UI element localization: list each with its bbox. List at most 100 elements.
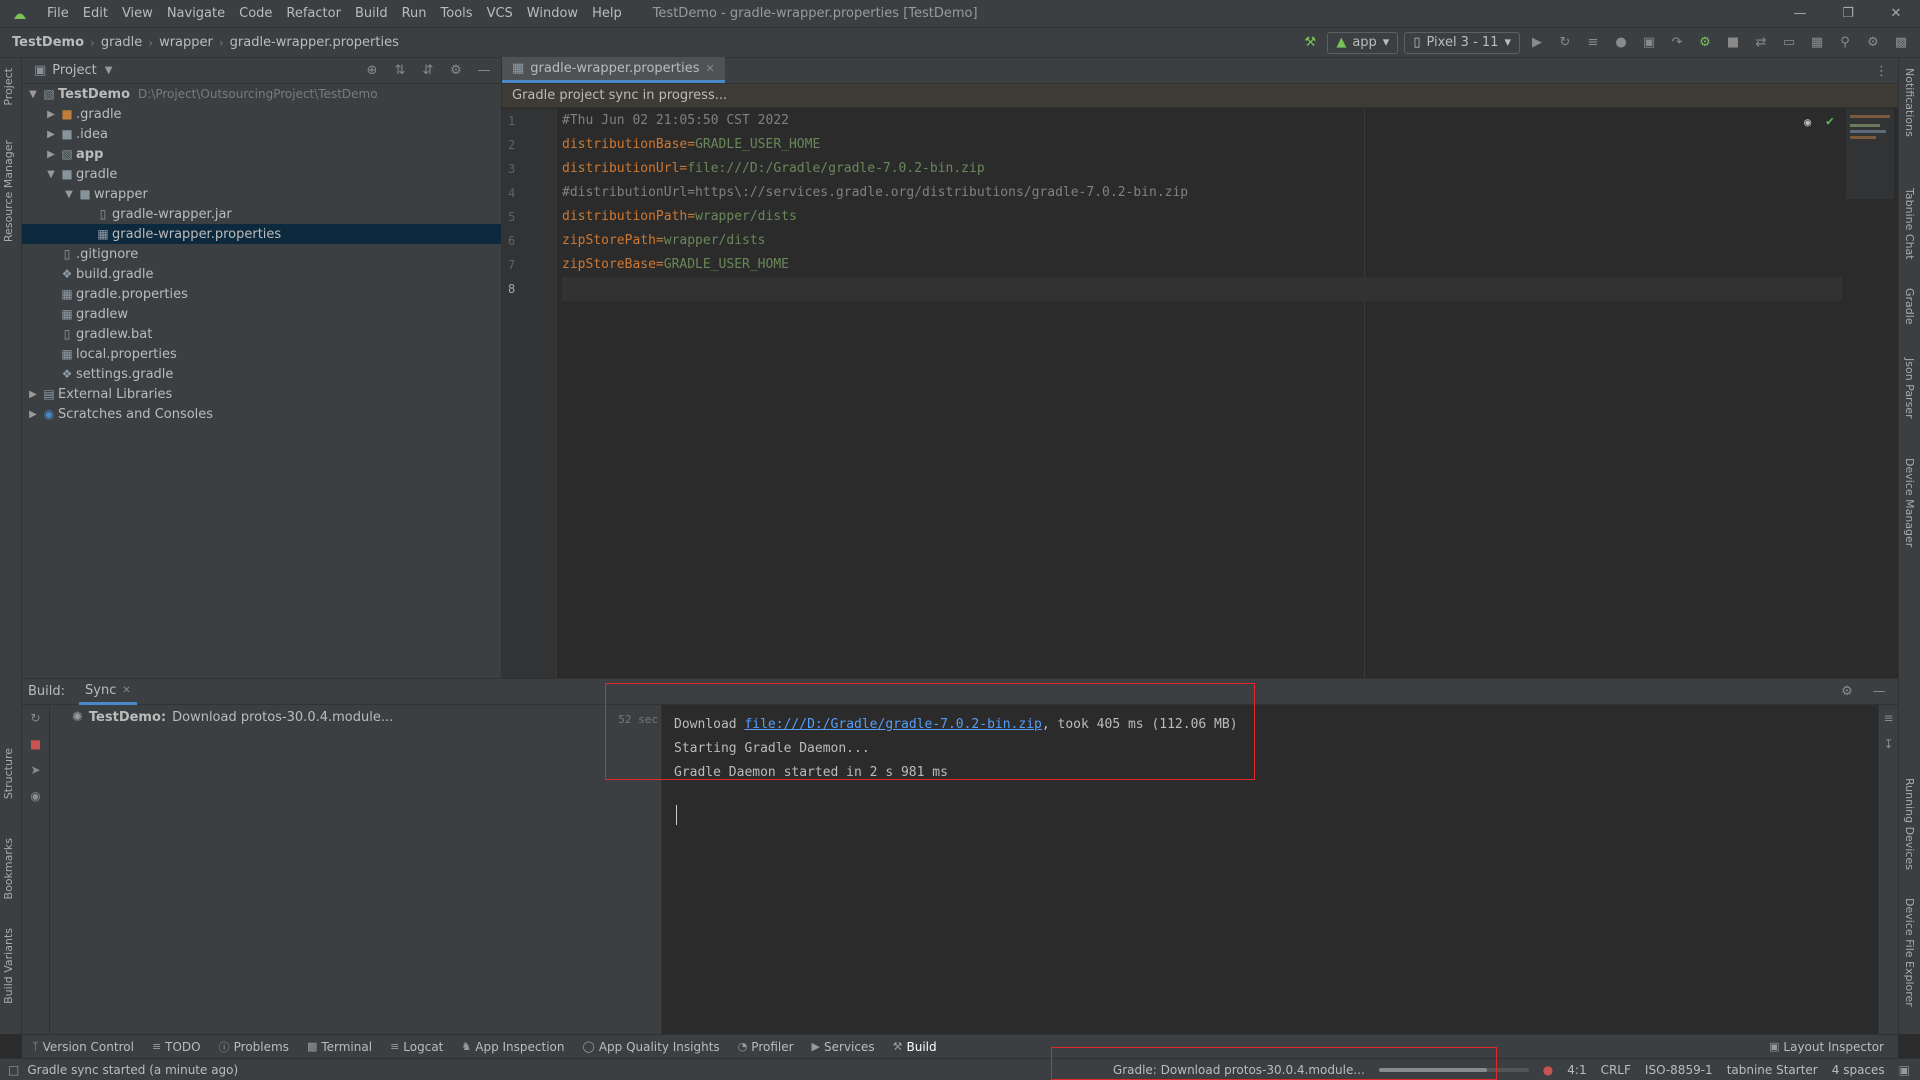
profile-icon[interactable]: ↷ (1666, 32, 1688, 54)
tool-json-parser[interactable]: Json Parser (1903, 358, 1916, 419)
device-manager-icon[interactable]: ▭ (1778, 32, 1800, 54)
tree-item-root[interactable]: ▼ ▧ TestDemo D:\Project\OutsourcingProje… (22, 84, 501, 104)
chevron-right-icon[interactable]: ▶ (44, 149, 58, 160)
tab-services[interactable]: ▶ Services (812, 1040, 875, 1054)
tab-sync[interactable]: Sync ✕ (79, 679, 137, 705)
tree-item-gradle-properties[interactable]: ▦ gradle.properties (22, 284, 501, 304)
tab-build[interactable]: ⚒ Build (893, 1040, 937, 1054)
menu-view[interactable]: View (115, 0, 160, 28)
tab-layout-inspector[interactable]: ▣ Layout Inspector (1769, 1040, 1898, 1054)
tool-bookmarks[interactable]: Bookmarks (2, 838, 15, 899)
sync-gradle-icon[interactable]: ⇄ (1750, 32, 1772, 54)
tab-todo[interactable]: ≡ TODO (152, 1040, 201, 1054)
chevron-right-icon[interactable]: ▶ (26, 409, 40, 420)
tree-item-local-properties[interactable]: ▦ local.properties (22, 344, 501, 364)
expand-all-icon[interactable]: ⇅ (389, 60, 411, 82)
editor-tab-active[interactable]: ▦ gradle-wrapper.properties ✕ (502, 57, 725, 83)
menu-window[interactable]: Window (520, 0, 585, 28)
tree-item-wrapper[interactable]: ▼ ■ wrapper (22, 184, 501, 204)
stop-icon[interactable]: ■ (1722, 32, 1744, 54)
tree-item-idea[interactable]: ▶ ■ .idea (22, 124, 501, 144)
close-tab-icon[interactable]: ✕ (122, 685, 130, 696)
hammer-build-icon[interactable]: ⚒ (1299, 32, 1321, 54)
run-config-select[interactable]: ▲ app ▾ (1327, 31, 1399, 54)
collapse-all-icon[interactable]: ⇵ (417, 60, 439, 82)
tree-item-gitignore[interactable]: ▯ .gitignore (22, 244, 501, 264)
build-tree-item[interactable]: ✺ TestDemo: Download protos-30.0.4.modul… (50, 705, 661, 729)
tool-project[interactable]: Project (2, 68, 15, 106)
sdk-manager-icon[interactable]: ▦ (1806, 32, 1828, 54)
menu-file[interactable]: File (40, 0, 76, 28)
chevron-right-icon[interactable]: ▶ (44, 129, 58, 140)
file-encoding[interactable]: ISO-8859-1 (1645, 1063, 1713, 1077)
line-separator[interactable]: CRLF (1601, 1063, 1631, 1077)
tool-build-variants[interactable]: Build Variants (2, 928, 15, 1004)
tab-logcat[interactable]: ≡ Logcat (390, 1040, 443, 1054)
debug-icon[interactable]: ● (1610, 32, 1632, 54)
user-avatar-icon[interactable]: ▩ (1890, 32, 1912, 54)
cancel-task-icon[interactable]: ● (1543, 1063, 1553, 1077)
restore-icon[interactable]: ❐ (1824, 6, 1872, 21)
chevron-down-icon[interactable]: ▼ (26, 89, 40, 100)
breadcrumb-gradle[interactable]: gradle (101, 35, 142, 50)
chevron-down-icon[interactable]: ▼ (44, 169, 58, 180)
run-icon[interactable]: ▶ (1526, 32, 1548, 54)
device-select[interactable]: ▯ Pixel 3 - 11 ▾ (1404, 31, 1520, 54)
tree-item-build-gradle[interactable]: ❖ build.gradle (22, 264, 501, 284)
stop-icon[interactable]: ■ (22, 731, 49, 757)
menu-tools[interactable]: Tools (434, 0, 480, 28)
tree-item-gradle[interactable]: ▼ ■ gradle (22, 164, 501, 184)
menu-navigate[interactable]: Navigate (160, 0, 232, 28)
soft-wrap-icon[interactable]: ≡ (1879, 705, 1898, 731)
tab-options-icon[interactable]: ⋮ (1865, 64, 1898, 83)
tree-item-dot-gradle[interactable]: ▶ ■ .gradle (22, 104, 501, 124)
code-editor[interactable]: 1 2 3 4 5 6 7 8 #Thu Jun 02 21:05:50 CST… (502, 109, 1896, 678)
tree-item-app[interactable]: ▶ ▧ app (22, 144, 501, 164)
scroll-to-end-icon[interactable]: ↧ (1879, 731, 1898, 757)
status-message[interactable]: Gradle sync started (a minute ago) (27, 1063, 238, 1077)
hide-panel-icon[interactable]: — (1868, 681, 1890, 703)
tool-device-file-explorer[interactable]: Device File Explorer (1903, 898, 1916, 1007)
apply-code-changes-icon[interactable]: ≡ (1582, 32, 1604, 54)
breadcrumb-project[interactable]: TestDemo (12, 35, 84, 50)
breadcrumb-file[interactable]: gradle-wrapper.properties (230, 35, 399, 50)
indent-setting[interactable]: 4 spaces (1832, 1063, 1885, 1077)
tree-item-settings-gradle[interactable]: ❖ settings.gradle (22, 364, 501, 384)
tool-notifications[interactable]: Notifications (1903, 68, 1916, 137)
tool-resource-manager[interactable]: Resource Manager (2, 140, 15, 242)
attach-debugger-icon[interactable]: ⚙ (1694, 32, 1716, 54)
minimize-icon[interactable]: — (1776, 6, 1824, 21)
tree-item-wrapper-properties[interactable]: ▦ gradle-wrapper.properties (22, 224, 501, 244)
reader-mode-eye-icon[interactable]: ◉ (1804, 115, 1811, 129)
coverage-icon[interactable]: ▣ (1638, 32, 1660, 54)
build-settings-gear-icon[interactable]: ⚙ (1836, 681, 1858, 703)
status-square-icon[interactable]: □ (8, 1063, 19, 1077)
caret-position[interactable]: 4:1 (1567, 1063, 1586, 1077)
tool-device-manager[interactable]: Device Manager (1903, 458, 1916, 547)
close-icon[interactable]: ✕ (1872, 6, 1920, 21)
tab-problems[interactable]: ⓘ Problems (219, 1039, 289, 1055)
close-tab-icon[interactable]: ✕ (705, 62, 714, 75)
tree-item-wrapper-jar[interactable]: ▯ gradle-wrapper.jar (22, 204, 501, 224)
menu-refactor[interactable]: Refactor (279, 0, 348, 28)
tool-tabnine-chat[interactable]: Tabnine Chat (1903, 188, 1916, 260)
project-panel-title[interactable]: Project (52, 63, 96, 78)
chevron-down-icon[interactable]: ▼ (105, 65, 113, 76)
settings-gear-icon[interactable]: ⚙ (1862, 32, 1884, 54)
menu-help[interactable]: Help (585, 0, 629, 28)
lock-icon[interactable]: ▣ (1899, 1063, 1910, 1077)
tab-app-quality-insights[interactable]: ◯ App Quality Insights (583, 1040, 720, 1054)
tree-item-external-libraries[interactable]: ▶ ▤ External Libraries (22, 384, 501, 404)
rerun-icon[interactable]: ↻ (22, 705, 49, 731)
menu-edit[interactable]: Edit (76, 0, 115, 28)
tab-version-control[interactable]: ᛉ Version Control (32, 1040, 134, 1054)
options-gear-icon[interactable]: ⚙ (445, 60, 467, 82)
hide-panel-icon[interactable]: — (473, 60, 495, 82)
tree-item-scratches[interactable]: ▶ ◉ Scratches and Consoles (22, 404, 501, 424)
breadcrumb-wrapper[interactable]: wrapper (159, 35, 213, 50)
tree-item-gradlew[interactable]: ▦ gradlew (22, 304, 501, 324)
menu-build[interactable]: Build (348, 0, 395, 28)
menu-vcs[interactable]: VCS (480, 0, 520, 28)
search-icon[interactable]: ⚲ (1834, 32, 1856, 54)
apply-changes-icon[interactable]: ↻ (1554, 32, 1576, 54)
